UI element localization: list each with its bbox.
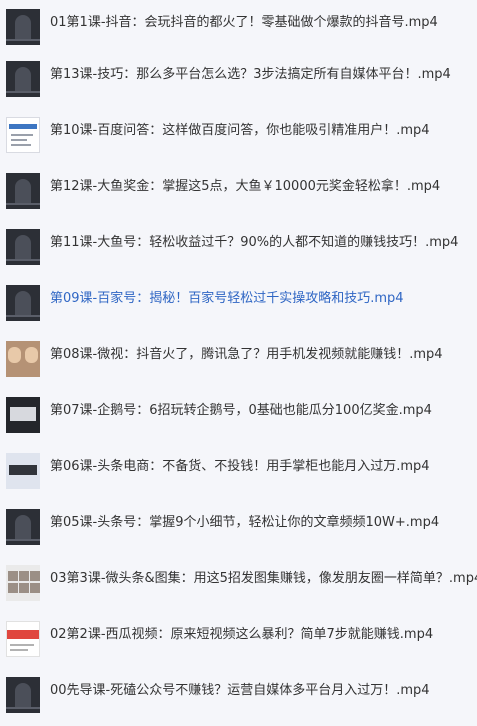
file-row[interactable]: 01第1课-抖音：会玩抖音的都火了！零基础做个爆款的抖音号.mp4 — [0, 0, 477, 56]
file-name[interactable]: 第13课-技巧：那么多平台怎么选？3步法搞定所有自媒体平台！.mp4 — [50, 65, 451, 84]
file-name[interactable]: 02第2课-西瓜视频：原来短视频这么暴利？简单7步就能赚钱.mp4 — [50, 625, 433, 644]
file-name[interactable]: 第12课-大鱼奖金：掌握这5点，大鱼￥10000元奖金轻松拿！.mp4 — [50, 177, 440, 196]
video-thumbnail — [6, 341, 40, 377]
file-name[interactable]: 第06课-头条电商：不备货、不投钱！用手掌柜也能月入过万.mp4 — [50, 457, 430, 476]
file-row[interactable]: 03第3课-微头条&图集：用这5招发图集赚钱，像发朋友圈一样简单？.mp4 — [0, 556, 477, 612]
video-thumbnail — [6, 677, 40, 713]
video-thumbnail — [6, 565, 40, 601]
file-row[interactable]: 00先导课-死磕公众号不赚钱？运营自媒体多平台月入过万！.mp4 — [0, 668, 477, 724]
video-thumbnail — [6, 621, 40, 657]
file-row[interactable]: 第08课-微视：抖音火了，腾讯急了？用手机发视频就能赚钱！.mp4 — [0, 332, 477, 388]
video-thumbnail — [6, 509, 40, 545]
file-row-selected[interactable]: 第09课-百家号：揭秘！百家号轻松过千实操攻略和技巧.mp4 — [0, 276, 477, 332]
file-name[interactable]: 03第3课-微头条&图集：用这5招发图集赚钱，像发朋友圈一样简单？.mp4 — [50, 569, 477, 588]
file-row[interactable]: 第12课-大鱼奖金：掌握这5点，大鱼￥10000元奖金轻松拿！.mp4 — [0, 164, 477, 220]
file-row[interactable]: 第06课-头条电商：不备货、不投钱！用手掌柜也能月入过万.mp4 — [0, 444, 477, 500]
file-row[interactable]: 第13课-技巧：那么多平台怎么选？3步法搞定所有自媒体平台！.mp4 — [0, 52, 477, 108]
video-thumbnail — [6, 397, 40, 433]
video-thumbnail — [6, 453, 40, 489]
file-row[interactable]: 02第2课-西瓜视频：原来短视频这么暴利？简单7步就能赚钱.mp4 — [0, 612, 477, 668]
video-thumbnail — [6, 9, 40, 45]
file-name[interactable]: 00先导课-死磕公众号不赚钱？运营自媒体多平台月入过万！.mp4 — [50, 681, 430, 700]
video-thumbnail — [6, 117, 40, 153]
video-file-list: 01第1课-抖音：会玩抖音的都火了！零基础做个爆款的抖音号.mp4 第13课-技… — [0, 0, 477, 726]
file-name[interactable]: 第08课-微视：抖音火了，腾讯急了？用手机发视频就能赚钱！.mp4 — [50, 345, 443, 364]
video-thumbnail — [6, 173, 40, 209]
video-thumbnail — [6, 229, 40, 265]
file-name[interactable]: 第05课-头条号：掌握9个小细节，轻松让你的文章频频10W+.mp4 — [50, 513, 439, 532]
video-thumbnail — [6, 61, 40, 97]
file-row[interactable]: 第10课-百度问答：这样做百度问答，你也能吸引精准用户！.mp4 — [0, 108, 477, 164]
file-row[interactable]: 第05课-头条号：掌握9个小细节，轻松让你的文章频频10W+.mp4 — [0, 500, 477, 556]
file-name[interactable]: 第07课-企鹅号：6招玩转企鹅号，0基础也能瓜分100亿奖金.mp4 — [50, 401, 432, 420]
file-row[interactable]: 第07课-企鹅号：6招玩转企鹅号，0基础也能瓜分100亿奖金.mp4 — [0, 388, 477, 444]
video-thumbnail — [6, 285, 40, 321]
file-name[interactable]: 第09课-百家号：揭秘！百家号轻松过千实操攻略和技巧.mp4 — [50, 289, 404, 308]
file-name[interactable]: 第11课-大鱼号：轻松收益过千？90%的人都不知道的赚钱技巧！.mp4 — [50, 233, 458, 252]
file-name[interactable]: 第10课-百度问答：这样做百度问答，你也能吸引精准用户！.mp4 — [50, 121, 430, 140]
file-row[interactable]: 第11课-大鱼号：轻松收益过千？90%的人都不知道的赚钱技巧！.mp4 — [0, 220, 477, 276]
file-name[interactable]: 01第1课-抖音：会玩抖音的都火了！零基础做个爆款的抖音号.mp4 — [50, 13, 438, 32]
